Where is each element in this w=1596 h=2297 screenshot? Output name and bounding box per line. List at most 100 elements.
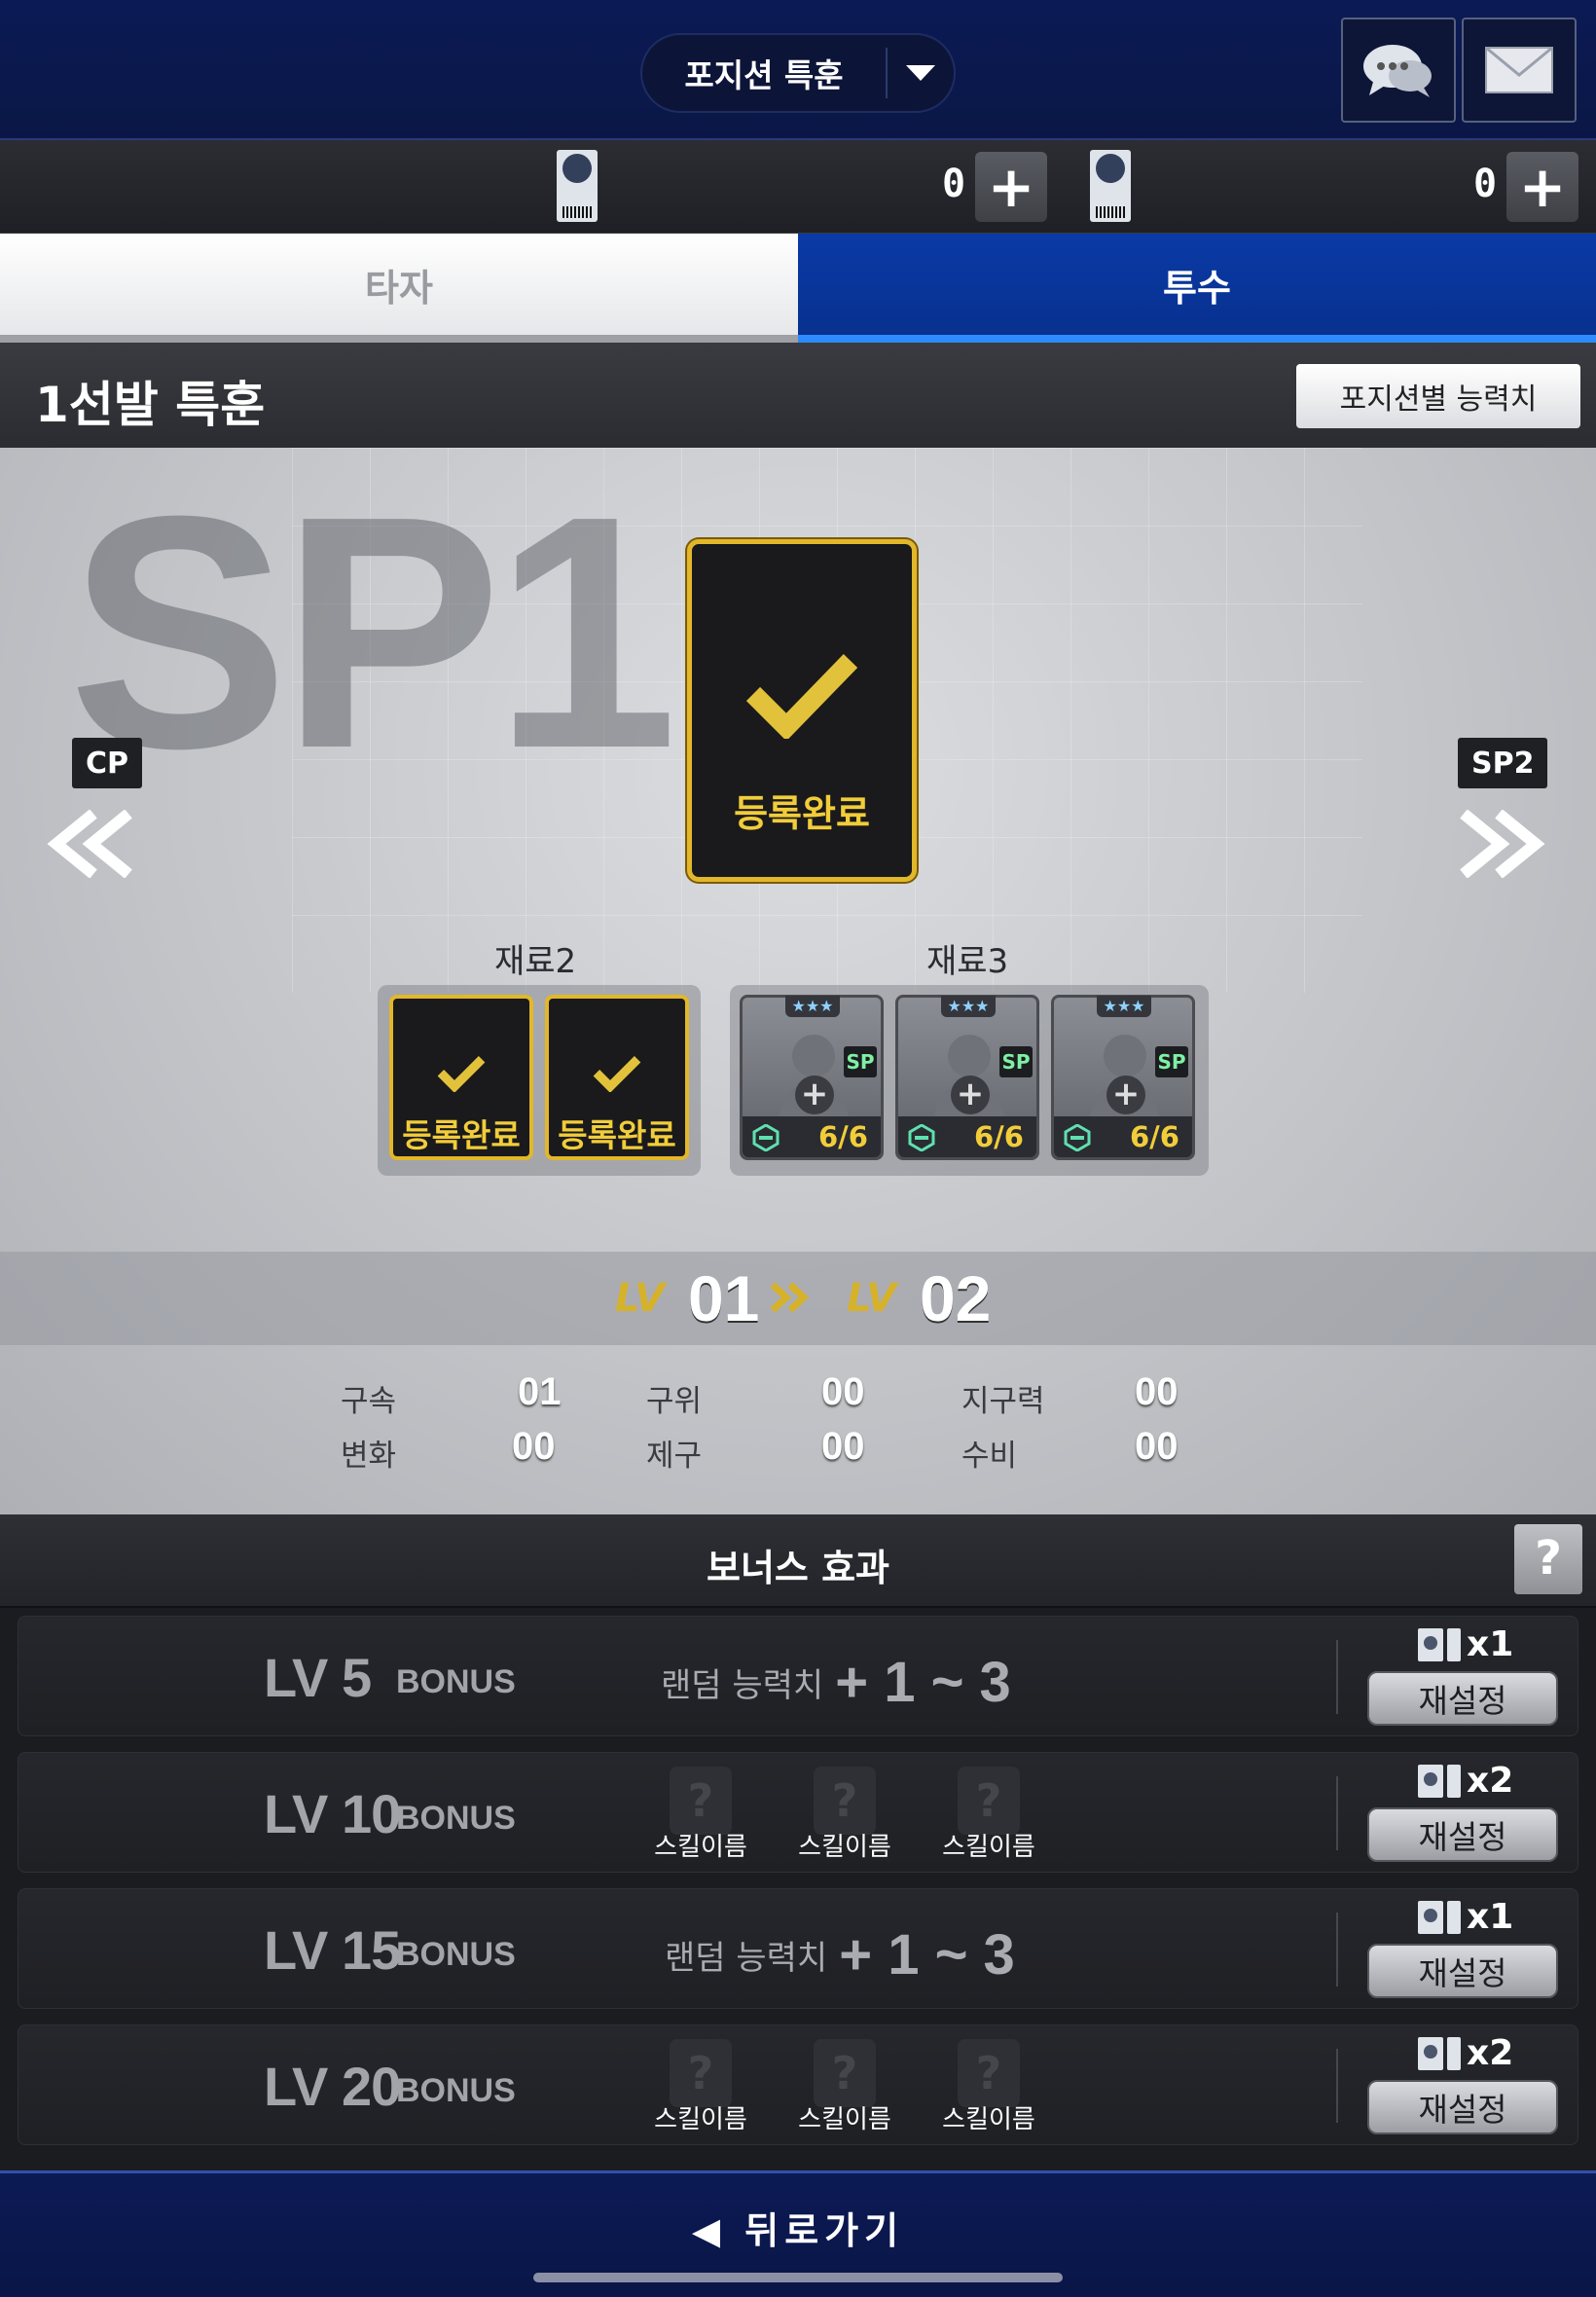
bonus-row: LV 15 BONUS 랜덤 능력치 + 1 ~ 3 x1 재설정 [18, 1888, 1578, 2009]
add-material-icon: + [1106, 1076, 1145, 1114]
unknown-skill-icon: ? [670, 2039, 732, 2107]
sp-badge: SP [999, 1046, 1033, 1077]
reset-button[interactable]: 재설정 [1367, 2080, 1558, 2134]
divider [1336, 2049, 1338, 2123]
bonus-list: LV 5 BONUS 랜덤 능력치 + 1 ~ 3 x1 재설정 LV 10 B… [0, 1608, 1596, 2170]
barcode-icon [1447, 1627, 1461, 1661]
star-rating: ★★★ [1097, 996, 1151, 1017]
stat-value: 00 [1135, 1370, 1179, 1413]
plus-icon: + [987, 154, 1035, 220]
next-position-button[interactable] [1456, 809, 1549, 882]
skill-slot[interactable]: ? 스킬이름 [647, 1767, 754, 1864]
next-level: 02 [919, 1262, 992, 1334]
stat-label: 변화 [341, 1439, 397, 1474]
currency-value: 0 [942, 162, 966, 206]
cost-multiplier: x1 [1467, 1897, 1514, 1937]
currency-bar: 0 + 0 + [0, 140, 1596, 234]
reset-ticket-icon [1418, 1764, 1443, 1798]
tab-pitcher[interactable]: 투수 [798, 234, 1596, 343]
reset-button[interactable]: 재설정 [1367, 1807, 1558, 1862]
unknown-skill-icon: ? [814, 1767, 876, 1835]
checkmark-icon [745, 654, 858, 739]
title-dropdown[interactable]: 포지션 특훈 [640, 33, 956, 113]
mail-icon [1485, 46, 1553, 93]
reset-ticket-icon [1418, 1900, 1443, 1934]
prev-position-button[interactable] [43, 809, 136, 882]
main-card-slot[interactable]: 등록완료 [687, 539, 917, 882]
dumbbell-icon [1064, 1124, 1091, 1151]
skill-name: 스킬이름 [942, 2105, 1035, 2134]
unknown-skill-icon: ? [958, 1767, 1020, 1835]
stat-value: 00 [821, 1370, 865, 1413]
lv-label: LV [615, 1276, 665, 1321]
stat-value: 00 [512, 1425, 556, 1468]
tab-batter[interactable]: 타자 [0, 234, 798, 343]
reset-ticket-icon [1418, 1627, 1443, 1661]
add-material-icon: + [795, 1076, 834, 1114]
material3-slot[interactable]: ★★★ SP + 6/6 [1051, 995, 1195, 1160]
double-chevron-right-icon [1460, 809, 1545, 879]
skill-name: 스킬이름 [942, 1833, 1035, 1862]
material2-card[interactable]: 등록완료 [545, 995, 689, 1160]
help-button[interactable]: ? [1514, 1524, 1582, 1594]
reset-ticket-icon [1418, 2036, 1443, 2070]
current-level: 01 [687, 1262, 760, 1334]
double-arrow-icon [770, 1282, 810, 1313]
cost-multiplier: x2 [1467, 2033, 1514, 2073]
stat-label: 제구 [646, 1439, 703, 1474]
bonus-level: LV 15 [264, 1919, 401, 1981]
player-ticket-icon [557, 150, 598, 222]
skill-name: 스킬이름 [798, 1833, 891, 1862]
reset-button[interactable]: 재설정 [1367, 1671, 1558, 1726]
next-position-label: SP2 [1458, 738, 1548, 788]
position-stats-button[interactable]: 포지션별 능력치 [1296, 364, 1580, 428]
material3-slot[interactable]: ★★★ SP + 6/6 [895, 995, 1039, 1160]
material3-label: 재료3 [926, 942, 1009, 981]
add-currency-button[interactable]: + [975, 152, 1047, 222]
material3-slot[interactable]: ★★★ SP + 6/6 [740, 995, 884, 1160]
mail-button[interactable] [1462, 18, 1577, 123]
stat-label: 구위 [646, 1384, 703, 1419]
stat-value: 00 [821, 1425, 865, 1468]
sp-badge: SP [1155, 1046, 1188, 1077]
skill-slot[interactable]: ? 스킬이름 [935, 1767, 1042, 1864]
double-chevron-left-icon [47, 809, 132, 879]
dumbbell-icon [752, 1124, 780, 1151]
divider [1336, 1913, 1338, 1987]
skill-slot[interactable]: ? 스킬이름 [791, 2039, 898, 2136]
home-indicator[interactable] [533, 2273, 1063, 2282]
checkmark-icon [437, 1055, 486, 1092]
bonus-row: LV 20 BONUS ? 스킬이름 ? 스킬이름 ? 스킬이름 x2 재설정 [18, 2024, 1578, 2145]
material-count: 6/6 [818, 1120, 868, 1153]
sp-badge: SP [844, 1046, 877, 1077]
cost-multiplier: x1 [1467, 1624, 1514, 1664]
stat-value: 00 [1135, 1425, 1179, 1468]
bonus-word: BONUS [396, 1936, 516, 1973]
slot-footer: 6/6 [743, 1116, 881, 1157]
stat-value: 01 [518, 1370, 562, 1413]
back-button[interactable]: ◀ 뒤로가기 [0, 2201, 1596, 2254]
section-title: 1선발 특훈 [35, 377, 266, 433]
reset-cost: x2 [1418, 1761, 1513, 1801]
chat-button[interactable] [1341, 18, 1456, 123]
add-material-icon: + [951, 1076, 990, 1114]
random-stat-label: 랜덤 능력치 [665, 1939, 828, 1978]
registered-label: 등록완료 [402, 1116, 521, 1154]
unknown-skill-icon: ? [814, 2039, 876, 2107]
bonus-title: 보너스 효과 [706, 1547, 890, 1589]
registered-label: 등록완료 [558, 1116, 676, 1154]
stat-label: 구속 [341, 1384, 397, 1419]
random-stat-range: + 1 ~ 3 [839, 1923, 1015, 1987]
reset-button[interactable]: 재설정 [1367, 1944, 1558, 1998]
random-stat-bonus: 랜덤 능력치 + 1 ~ 3 [661, 1650, 1011, 1715]
slot-footer: 6/6 [1054, 1116, 1192, 1157]
reset-cost: x2 [1418, 2033, 1513, 2073]
skill-slot[interactable]: ? 스킬이름 [647, 2039, 754, 2136]
material2-card[interactable]: 등록완료 [389, 995, 533, 1160]
plus-icon: + [1518, 154, 1567, 220]
material-count: 6/6 [1130, 1120, 1179, 1153]
skill-slot[interactable]: ? 스킬이름 [935, 2039, 1042, 2136]
add-currency-button[interactable]: + [1506, 152, 1578, 222]
lv-label: LV [847, 1276, 896, 1321]
skill-slot[interactable]: ? 스킬이름 [791, 1767, 898, 1864]
